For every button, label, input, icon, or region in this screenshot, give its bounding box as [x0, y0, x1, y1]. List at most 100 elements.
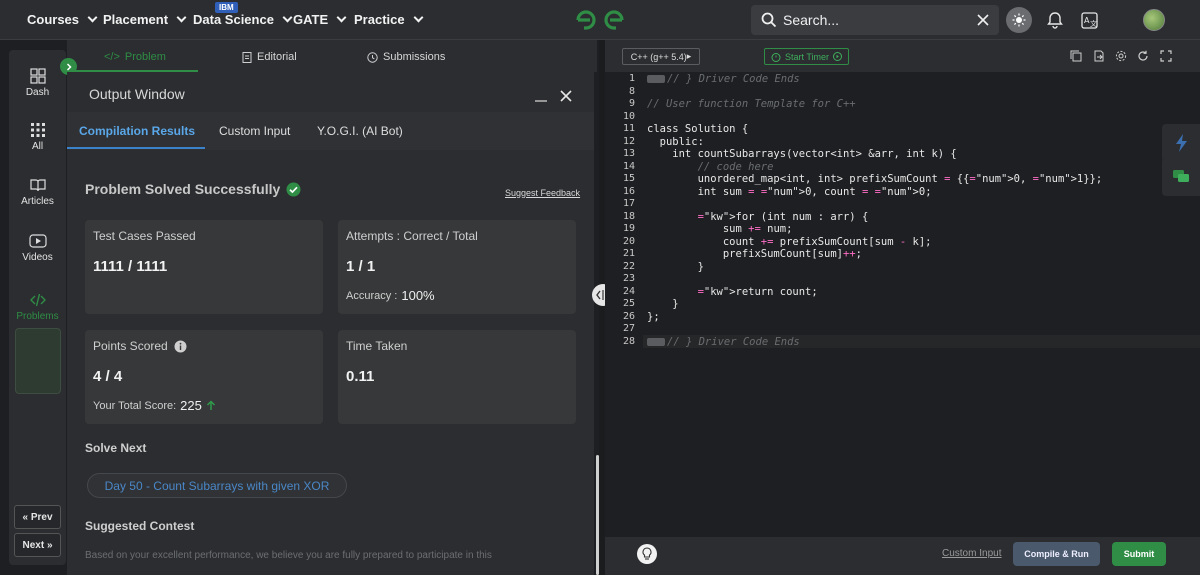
search-input[interactable]: Search... — [783, 12, 839, 28]
line-number: 21 — [622, 248, 635, 259]
nav-courses[interactable]: Courses — [27, 12, 98, 27]
contest-description: Based on your excellent performance, we … — [85, 550, 492, 561]
line-number: 8 — [628, 85, 635, 97]
next-button[interactable]: Next » — [14, 533, 61, 557]
svg-text:文: 文 — [1090, 19, 1097, 28]
tab-submissions[interactable]: Submissions — [367, 51, 445, 63]
output-window: Output Window Compilation Results Custom… — [67, 72, 594, 575]
gfg-logo[interactable] — [574, 7, 626, 33]
tab-problem[interactable]: </> Problem — [104, 51, 166, 63]
status-heading: Problem Solved Successfully — [85, 181, 301, 197]
chevron-down-icon — [87, 12, 98, 23]
sun-icon — [1012, 13, 1026, 27]
custom-input-link[interactable]: Custom Input — [942, 548, 1001, 559]
output-tab-underline — [67, 147, 205, 149]
output-tabs: Compilation Results Custom Input Y.O.G.I… — [67, 112, 594, 150]
language-select[interactable]: C++ (g++ 5.4) ▸ — [622, 48, 700, 65]
nav-data-science[interactable]: Data Science — [193, 12, 293, 27]
sidebar-item-articles[interactable]: Articles — [9, 177, 66, 207]
compile-run-button[interactable]: Compile & Run — [1013, 542, 1100, 566]
close-icon[interactable] — [977, 14, 989, 26]
chevron-down-icon — [413, 12, 424, 23]
chevron-down-icon — [282, 12, 293, 23]
attempts-card: Attempts : Correct / Total 1 / 1 Accurac… — [338, 220, 576, 314]
line-number: 10 — [622, 110, 635, 122]
code-line: unordered_map<int, int> prefixSumCount =… — [647, 173, 1103, 185]
book-icon — [29, 179, 46, 192]
line-number: 23 — [622, 273, 635, 284]
prev-button[interactable]: « Prev — [14, 505, 61, 529]
sidebar-item-problems[interactable]: Problems — [9, 292, 66, 322]
hint-button[interactable] — [637, 544, 657, 564]
tab-yogi-ai-bot[interactable]: Y.O.G.I. (AI Bot) — [317, 124, 403, 138]
document-icon — [242, 51, 252, 63]
stopwatch-icon — [771, 52, 781, 62]
sidebar-active-highlight — [15, 328, 61, 394]
suggested-contest-heading: Suggested Contest — [85, 519, 195, 533]
translate-icon[interactable]: A文 — [1081, 12, 1098, 29]
avatar[interactable] — [1143, 9, 1165, 31]
line-number: 19 — [622, 223, 635, 234]
bell-icon[interactable] — [1046, 11, 1064, 29]
copy-icon[interactable] — [1070, 50, 1082, 62]
nav-gate[interactable]: GATE — [293, 12, 347, 27]
line-number: 13 — [622, 148, 635, 159]
code-line: public: — [647, 135, 704, 148]
code-line: int sum = ="num">0, count = ="num">0; — [647, 185, 932, 198]
code-line: count += prefixSumCount[sum - k]; — [647, 235, 932, 248]
code-line: } — [647, 298, 679, 310]
code-line: ="kw">return count; — [697, 285, 818, 298]
line-number: 11 — [622, 123, 635, 134]
chat-button[interactable] — [1162, 158, 1200, 196]
line-number: 20 — [622, 235, 635, 247]
lightning-icon — [1176, 134, 1187, 152]
sidebar-item-dash[interactable]: Dash — [9, 68, 66, 98]
tab-custom-input[interactable]: Custom Input — [219, 124, 290, 138]
line-number: 16 — [622, 185, 635, 197]
dashboard-icon — [29, 68, 46, 84]
solve-next-link[interactable]: Day 50 - Count Subarrays with given XOR — [87, 473, 347, 498]
info-icon[interactable] — [174, 340, 187, 353]
line-number: 18 — [622, 210, 635, 222]
double-chevron-left-icon: « — [22, 511, 31, 523]
close-icon[interactable] — [560, 90, 572, 102]
output-window-title: Output Window — [89, 86, 185, 102]
code-line: int countSubarrays(vector<int> &arr, int… — [647, 148, 957, 160]
code-line: // } Driver Code Ends — [647, 336, 800, 348]
chevron-down-icon — [176, 12, 187, 23]
start-timer-button[interactable]: Start Timer — [764, 48, 849, 65]
line-number: 24 — [622, 285, 635, 297]
tab-editorial[interactable]: Editorial — [242, 51, 297, 63]
code-line: // code here — [647, 160, 774, 173]
arrow-up-icon — [206, 400, 215, 410]
line-number: 25 — [622, 298, 635, 309]
sidebar-item-all[interactable]: All — [9, 122, 66, 152]
settings-icon[interactable] — [1115, 50, 1127, 62]
theme-toggle-button[interactable] — [1006, 7, 1032, 33]
line-number: 26 — [622, 310, 635, 322]
nav-placement[interactable]: Placement — [103, 12, 187, 27]
line-number: 1 — [628, 73, 635, 84]
minimize-icon[interactable] — [534, 92, 548, 102]
points-card: Points Scored 4 / 4 Your Total Score: 22… — [85, 330, 323, 424]
file-import-icon[interactable] — [1093, 50, 1105, 62]
floating-tool-button[interactable] — [1162, 124, 1200, 162]
reset-icon[interactable] — [1137, 50, 1149, 62]
code-editor[interactable] — [643, 72, 1200, 537]
caret-icon: ▸ — [686, 51, 692, 61]
line-number: 28 — [622, 335, 635, 347]
code-line: } — [647, 260, 704, 273]
nav-practice[interactable]: Practice — [354, 12, 424, 27]
code-line: ="kw">for (int num : arr) { — [697, 210, 869, 223]
submit-button[interactable]: Submit — [1112, 542, 1166, 566]
chevron-right-icon — [66, 62, 72, 71]
clock-icon — [367, 51, 378, 63]
line-number: 9 — [628, 98, 635, 109]
suggest-feedback-link[interactable]: Suggest Feedback — [505, 188, 580, 198]
code-line: }; — [647, 310, 660, 323]
line-number: 15 — [622, 173, 635, 184]
tab-compilation-results[interactable]: Compilation Results — [79, 124, 195, 138]
sidebar-item-videos[interactable]: Videos — [9, 233, 66, 263]
fullscreen-icon[interactable] — [1160, 50, 1172, 62]
search-box[interactable]: Search... — [751, 5, 999, 35]
